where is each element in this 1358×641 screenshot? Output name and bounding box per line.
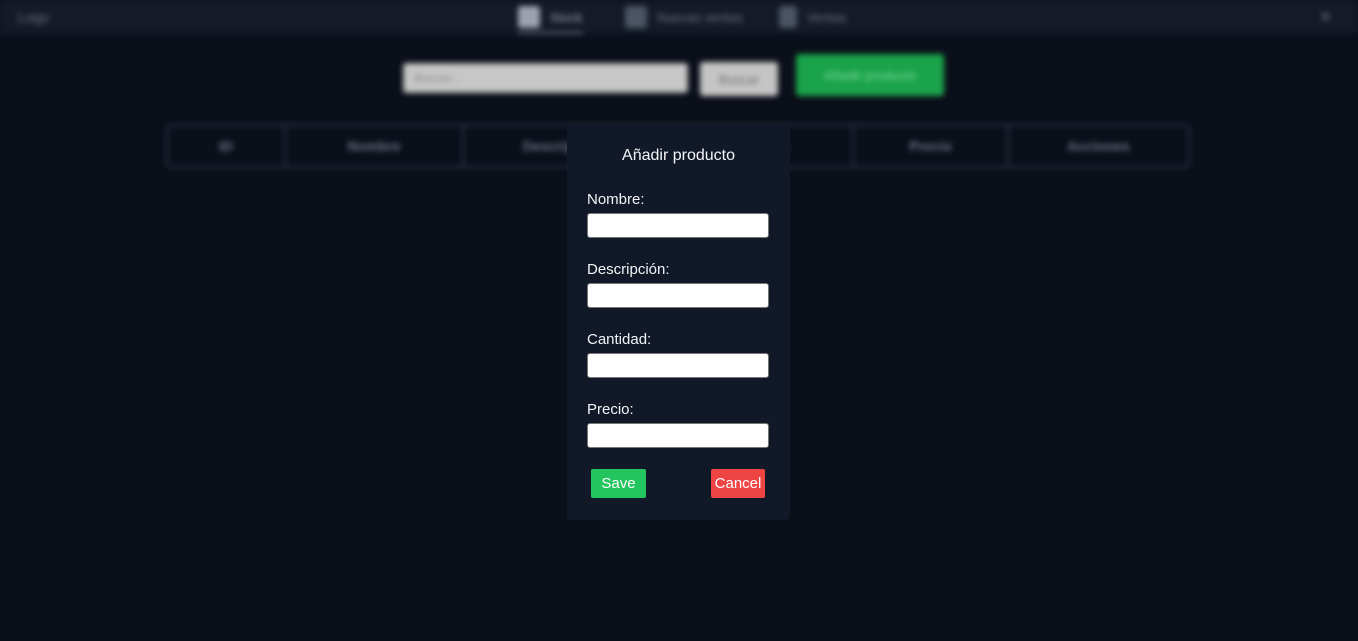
precio-field[interactable] [587, 423, 769, 448]
nombre-label: Nombre: [587, 191, 645, 208]
search-input[interactable]: Buscar... [403, 63, 688, 93]
descripcion-label: Descripción: [587, 261, 670, 278]
nav-item-ventas[interactable]: Ventas [779, 4, 847, 30]
column-header-id: ID [168, 126, 286, 166]
logo: Logo [18, 9, 50, 25]
receipt-icon [779, 6, 797, 28]
nav-item-label: Nuevas ventas [657, 9, 743, 25]
column-header-precio: Precio [854, 126, 1009, 166]
nombre-field[interactable] [587, 213, 769, 238]
box-icon [518, 6, 540, 28]
nav-item-label: Stock [550, 9, 583, 25]
save-button[interactable]: Save [591, 469, 646, 498]
nav-item-nuevas-ventas[interactable]: Nuevas ventas [625, 4, 743, 30]
search-button[interactable]: Buscar [700, 62, 778, 96]
close-icon[interactable]: ✕ [1319, 8, 1332, 26]
add-product-modal: Añadir producto Nombre: Descripción: Can… [567, 124, 790, 520]
descripcion-field[interactable] [587, 283, 769, 308]
nav-item-label: Ventas [807, 9, 847, 25]
column-header-nombre: Nombre [286, 126, 464, 166]
cantidad-field[interactable] [587, 353, 769, 378]
precio-label: Precio: [587, 401, 634, 418]
nav-item-stock[interactable]: Stock [518, 2, 583, 34]
add-product-button[interactable]: Añadir producto [796, 54, 944, 96]
cantidad-label: Cantidad: [587, 331, 652, 348]
cancel-button[interactable]: Cancel [711, 469, 765, 498]
cart-icon [625, 6, 647, 28]
modal-title: Añadir producto [622, 147, 735, 164]
column-header-acciones: Acciones [1067, 138, 1130, 154]
top-navbar: Logo Stock Nuevas ventas Ventas ✕ [0, 0, 1358, 34]
